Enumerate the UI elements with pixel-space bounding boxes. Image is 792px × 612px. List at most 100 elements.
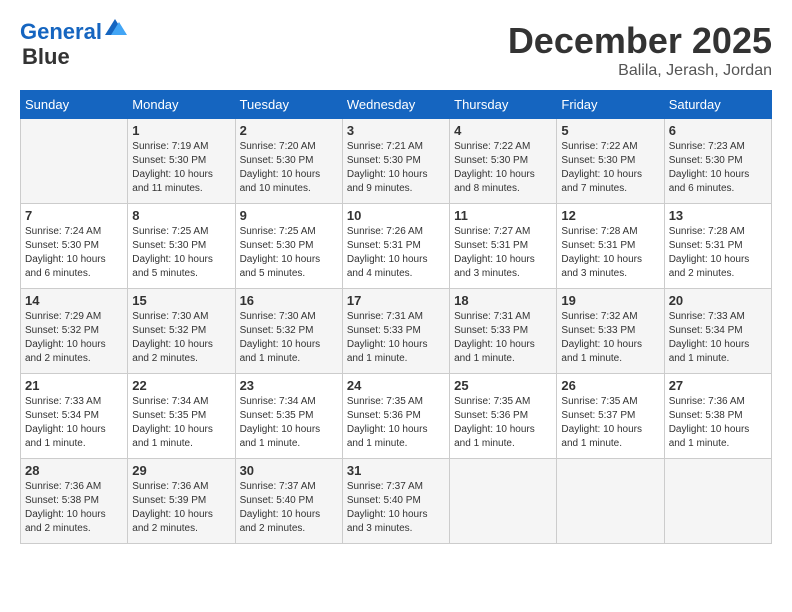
day-number: 11 (454, 208, 552, 223)
week-row-2: 7 Sunrise: 7:24 AM Sunset: 5:30 PM Daylig… (21, 204, 772, 289)
day-number: 26 (561, 378, 659, 393)
calendar-cell (21, 119, 128, 204)
day-info: Sunrise: 7:25 AM Sunset: 5:30 PM Dayligh… (240, 225, 338, 281)
day-number: 18 (454, 293, 552, 308)
day-info: Sunrise: 7:35 AM Sunset: 5:37 PM Dayligh… (561, 395, 659, 451)
day-number: 5 (561, 123, 659, 138)
day-number: 17 (347, 293, 445, 308)
calendar-cell: 25 Sunrise: 7:35 AM Sunset: 5:36 PM Dayli… (450, 374, 557, 459)
logo-blue: Blue (22, 44, 70, 70)
day-number: 6 (669, 123, 767, 138)
day-info: Sunrise: 7:33 AM Sunset: 5:34 PM Dayligh… (669, 310, 767, 366)
calendar-cell: 20 Sunrise: 7:33 AM Sunset: 5:34 PM Dayli… (664, 289, 771, 374)
day-info: Sunrise: 7:25 AM Sunset: 5:30 PM Dayligh… (132, 225, 230, 281)
day-number: 24 (347, 378, 445, 393)
calendar-cell: 28Sunrise: 7:36 AM Sunset: 5:38 PM Dayli… (21, 459, 128, 544)
week-row-5: 28Sunrise: 7:36 AM Sunset: 5:38 PM Dayli… (21, 459, 772, 544)
day-info: Sunrise: 7:30 AM Sunset: 5:32 PM Dayligh… (240, 310, 338, 366)
day-info: Sunrise: 7:35 AM Sunset: 5:36 PM Dayligh… (347, 395, 445, 451)
week-row-4: 21 Sunrise: 7:33 AM Sunset: 5:34 PM Dayli… (21, 374, 772, 459)
calendar-cell: 16 Sunrise: 7:30 AM Sunset: 5:32 PM Dayli… (235, 289, 342, 374)
calendar-cell: 19Sunrise: 7:32 AM Sunset: 5:33 PM Dayli… (557, 289, 664, 374)
day-info: Sunrise: 7:30 AM Sunset: 5:32 PM Dayligh… (132, 310, 230, 366)
header-day-tuesday: Tuesday (235, 91, 342, 119)
day-number: 8 (132, 208, 230, 223)
calendar-cell: 8 Sunrise: 7:25 AM Sunset: 5:30 PM Daylig… (128, 204, 235, 289)
day-number: 16 (240, 293, 338, 308)
day-number: 4 (454, 123, 552, 138)
day-number: 10 (347, 208, 445, 223)
day-number: 15 (132, 293, 230, 308)
calendar-cell: 18 Sunrise: 7:31 AM Sunset: 5:33 PM Dayli… (450, 289, 557, 374)
day-info: Sunrise: 7:34 AM Sunset: 5:35 PM Dayligh… (240, 395, 338, 451)
header-day-friday: Friday (557, 91, 664, 119)
day-info: Sunrise: 7:36 AM Sunset: 5:38 PM Dayligh… (25, 480, 123, 536)
day-number: 22 (132, 378, 230, 393)
day-number: 2 (240, 123, 338, 138)
day-info: Sunrise: 7:37 AM Sunset: 5:40 PM Dayligh… (347, 480, 445, 536)
calendar-cell: 17 Sunrise: 7:31 AM Sunset: 5:33 PM Dayli… (342, 289, 449, 374)
calendar-cell: 3 Sunrise: 7:21 AM Sunset: 5:30 PM Daylig… (342, 119, 449, 204)
calendar-cell: 30Sunrise: 7:37 AM Sunset: 5:40 PM Dayli… (235, 459, 342, 544)
calendar-cell: 31 Sunrise: 7:37 AM Sunset: 5:40 PM Dayli… (342, 459, 449, 544)
day-number: 9 (240, 208, 338, 223)
day-info: Sunrise: 7:29 AM Sunset: 5:32 PM Dayligh… (25, 310, 123, 366)
calendar-cell: 12 Sunrise: 7:28 AM Sunset: 5:31 PM Dayli… (557, 204, 664, 289)
calendar-cell: 29 Sunrise: 7:36 AM Sunset: 5:39 PM Dayli… (128, 459, 235, 544)
day-number: 7 (25, 208, 123, 223)
day-info: Sunrise: 7:28 AM Sunset: 5:31 PM Dayligh… (669, 225, 767, 281)
day-info: Sunrise: 7:21 AM Sunset: 5:30 PM Dayligh… (347, 140, 445, 196)
day-info: Sunrise: 7:31 AM Sunset: 5:33 PM Dayligh… (347, 310, 445, 366)
logo-text: General (20, 20, 102, 44)
calendar-cell: 9 Sunrise: 7:25 AM Sunset: 5:30 PM Daylig… (235, 204, 342, 289)
day-info: Sunrise: 7:23 AM Sunset: 5:30 PM Dayligh… (669, 140, 767, 196)
day-info: Sunrise: 7:26 AM Sunset: 5:31 PM Dayligh… (347, 225, 445, 281)
day-number: 20 (669, 293, 767, 308)
calendar-cell: 24 Sunrise: 7:35 AM Sunset: 5:36 PM Dayli… (342, 374, 449, 459)
month-title: December 2025 (508, 20, 772, 62)
day-number: 12 (561, 208, 659, 223)
header-day-wednesday: Wednesday (342, 91, 449, 119)
calendar-cell: 13 Sunrise: 7:28 AM Sunset: 5:31 PM Dayli… (664, 204, 771, 289)
day-number: 3 (347, 123, 445, 138)
day-info: Sunrise: 7:20 AM Sunset: 5:30 PM Dayligh… (240, 140, 338, 196)
calendar-cell: 10 Sunrise: 7:26 AM Sunset: 5:31 PM Dayli… (342, 204, 449, 289)
calendar-cell: 2 Sunrise: 7:20 AM Sunset: 5:30 PM Daylig… (235, 119, 342, 204)
calendar-cell: 27Sunrise: 7:36 AM Sunset: 5:38 PM Dayli… (664, 374, 771, 459)
week-row-3: 14 Sunrise: 7:29 AM Sunset: 5:32 PM Dayli… (21, 289, 772, 374)
calendar-cell: 1 Sunrise: 7:19 AM Sunset: 5:30 PM Daylig… (128, 119, 235, 204)
day-info: Sunrise: 7:19 AM Sunset: 5:30 PM Dayligh… (132, 140, 230, 196)
day-number: 13 (669, 208, 767, 223)
day-info: Sunrise: 7:36 AM Sunset: 5:38 PM Dayligh… (669, 395, 767, 451)
calendar-cell (664, 459, 771, 544)
header-day-saturday: Saturday (664, 91, 771, 119)
calendar-cell: 4 Sunrise: 7:22 AM Sunset: 5:30 PM Daylig… (450, 119, 557, 204)
day-info: Sunrise: 7:36 AM Sunset: 5:39 PM Dayligh… (132, 480, 230, 536)
header-day-thursday: Thursday (450, 91, 557, 119)
day-number: 29 (132, 463, 230, 478)
calendar-cell: 26 Sunrise: 7:35 AM Sunset: 5:37 PM Dayli… (557, 374, 664, 459)
week-row-1: 1 Sunrise: 7:19 AM Sunset: 5:30 PM Daylig… (21, 119, 772, 204)
day-info: Sunrise: 7:24 AM Sunset: 5:30 PM Dayligh… (25, 225, 123, 281)
calendar-table: SundayMondayTuesdayWednesdayThursdayFrid… (20, 90, 772, 544)
day-info: Sunrise: 7:28 AM Sunset: 5:31 PM Dayligh… (561, 225, 659, 281)
day-info: Sunrise: 7:31 AM Sunset: 5:33 PM Dayligh… (454, 310, 552, 366)
day-number: 21 (25, 378, 123, 393)
calendar-cell: 11Sunrise: 7:27 AM Sunset: 5:31 PM Dayli… (450, 204, 557, 289)
day-info: Sunrise: 7:35 AM Sunset: 5:36 PM Dayligh… (454, 395, 552, 451)
calendar-cell (557, 459, 664, 544)
calendar-cell: 21 Sunrise: 7:33 AM Sunset: 5:34 PM Dayli… (21, 374, 128, 459)
calendar-cell: 22 Sunrise: 7:34 AM Sunset: 5:35 PM Dayli… (128, 374, 235, 459)
day-info: Sunrise: 7:33 AM Sunset: 5:34 PM Dayligh… (25, 395, 123, 451)
day-number: 14 (25, 293, 123, 308)
page-header: General Blue December 2025 Balila, Jeras… (20, 20, 772, 80)
header-day-monday: Monday (128, 91, 235, 119)
day-info: Sunrise: 7:22 AM Sunset: 5:30 PM Dayligh… (454, 140, 552, 196)
day-number: 1 (132, 123, 230, 138)
calendar-cell: 15 Sunrise: 7:30 AM Sunset: 5:32 PM Dayli… (128, 289, 235, 374)
day-info: Sunrise: 7:34 AM Sunset: 5:35 PM Dayligh… (132, 395, 230, 451)
calendar-cell: 5Sunrise: 7:22 AM Sunset: 5:30 PM Daylig… (557, 119, 664, 204)
day-number: 30 (240, 463, 338, 478)
day-number: 25 (454, 378, 552, 393)
day-number: 31 (347, 463, 445, 478)
